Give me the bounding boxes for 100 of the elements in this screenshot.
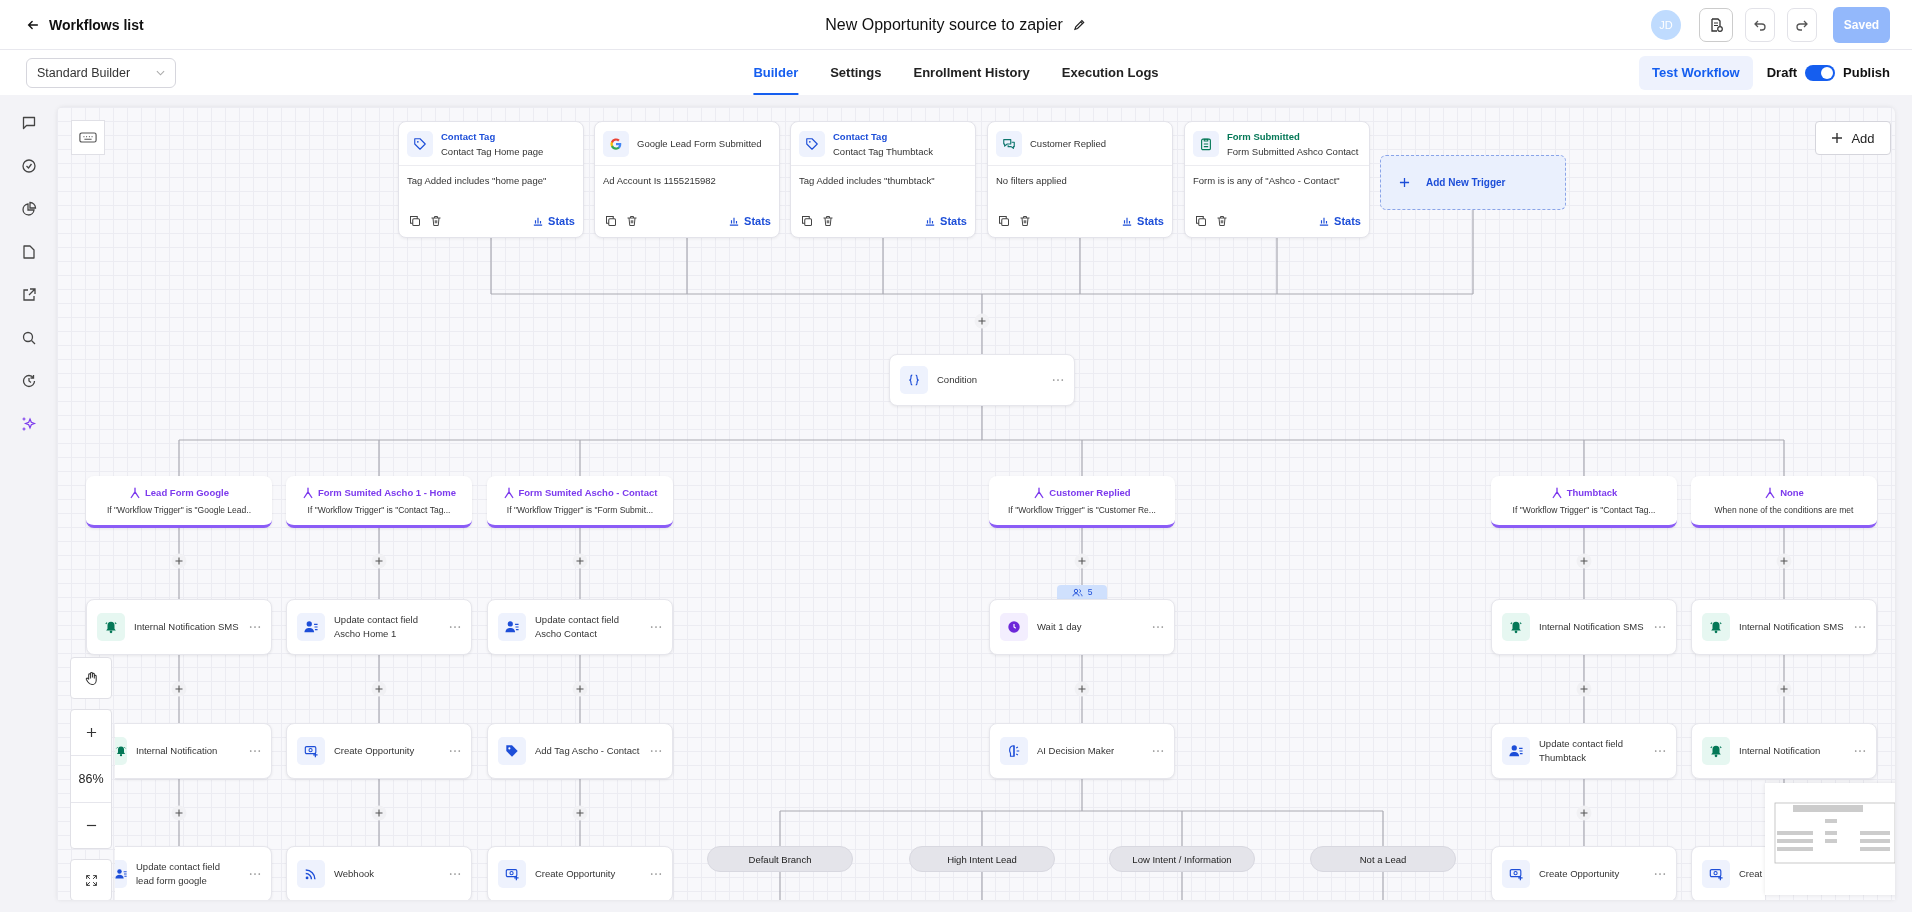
sparkles-icon[interactable] xyxy=(20,416,37,432)
action-node[interactable]: Internal Notification SMS xyxy=(86,599,272,655)
branch-card[interactable]: Thumbtack If "Workflow Trigger" is "Contact Tag... xyxy=(1491,476,1677,528)
branch-card[interactable]: Form Sumited Ascho - Contact If "Workflow Trigger" is "Form Submit... xyxy=(487,476,673,528)
trigger-card[interactable]: Google Lead Form Submitted Ad Account Is 1155215982 Stats xyxy=(594,121,780,238)
external-link-icon[interactable] xyxy=(20,287,37,303)
test-workflow-button[interactable]: Test Workflow xyxy=(1639,55,1753,90)
tab[interactable]: Settings xyxy=(830,50,882,95)
add-step-button[interactable] xyxy=(974,313,990,329)
tab[interactable]: Enrollment History xyxy=(913,50,1030,95)
add-step-button[interactable] xyxy=(572,681,588,697)
more-icon[interactable] xyxy=(449,872,461,876)
stats-button[interactable]: Stats xyxy=(533,215,575,227)
undo-button[interactable] xyxy=(1745,7,1775,42)
copy-icon[interactable] xyxy=(801,215,813,227)
more-icon[interactable] xyxy=(449,749,461,753)
action-node[interactable]: AI Decision Maker xyxy=(989,723,1175,779)
more-icon[interactable] xyxy=(449,625,461,629)
add-step-button[interactable] xyxy=(1776,681,1792,697)
pan-tool-button[interactable] xyxy=(70,657,112,699)
stats-button[interactable]: Stats xyxy=(1319,215,1361,227)
add-step-button[interactable] xyxy=(572,553,588,569)
add-step-button[interactable] xyxy=(1074,681,1090,697)
more-icon[interactable] xyxy=(249,872,261,876)
file-icon[interactable] xyxy=(20,244,37,260)
action-node[interactable]: Creat xyxy=(1691,846,1765,900)
more-icon[interactable] xyxy=(249,749,261,753)
add-step-button[interactable] xyxy=(572,804,588,821)
copy-icon[interactable] xyxy=(605,215,617,227)
search-icon[interactable] xyxy=(20,330,37,346)
action-node[interactable]: Update contact field lead form google xyxy=(115,846,272,900)
more-icon[interactable] xyxy=(1854,625,1866,629)
action-node[interactable]: Internal Notification SMS xyxy=(1691,599,1877,655)
add-step-button[interactable] xyxy=(171,553,187,569)
edit-icon[interactable] xyxy=(1072,17,1087,32)
more-icon[interactable] xyxy=(249,625,261,629)
more-icon[interactable] xyxy=(1152,625,1164,629)
redo-button[interactable] xyxy=(1787,7,1817,42)
action-node[interactable]: Update contact field Thumbtack xyxy=(1491,723,1677,779)
keyboard-shortcuts-button[interactable] xyxy=(71,120,105,155)
branch-card[interactable]: None When none of the conditions are met xyxy=(1691,476,1877,528)
condition-node[interactable]: Condition xyxy=(889,354,1075,406)
trigger-card[interactable]: Form Submitted Form Submitted Ashco Contact Form is is any of "Ashco - Contact" Stats xyxy=(1184,121,1370,238)
branch-card[interactable]: Customer Replied If "Workflow Trigger" is "Customer Re... xyxy=(989,476,1175,528)
outcome-branch-pill[interactable]: Not a Lead xyxy=(1310,846,1456,872)
more-icon[interactable] xyxy=(650,749,662,753)
action-node[interactable]: Create Opportunity xyxy=(487,846,673,900)
delete-icon[interactable] xyxy=(822,215,834,227)
copy-icon[interactable] xyxy=(409,215,421,227)
tab[interactable]: Execution Logs xyxy=(1061,50,1159,95)
more-icon[interactable] xyxy=(1052,378,1064,382)
add-step-button[interactable] xyxy=(1576,681,1592,697)
more-icon[interactable] xyxy=(650,872,662,876)
add-step-button[interactable] xyxy=(1576,553,1592,569)
more-icon[interactable] xyxy=(1152,749,1164,753)
stats-button[interactable]: Stats xyxy=(925,215,967,227)
branch-card[interactable]: Lead Form Google If "Workflow Trigger" is "Google Lead.. xyxy=(86,476,272,528)
history-icon[interactable] xyxy=(20,373,37,389)
fit-view-button[interactable] xyxy=(70,859,112,900)
branch-card[interactable]: Form Sumited Ascho 1 - Home If "Workflow Trigger" is "Contact Tag... xyxy=(286,476,472,528)
builder-mode-dropdown[interactable]: Standard Builder xyxy=(26,57,176,88)
chat-icon[interactable] xyxy=(20,115,37,131)
add-step-button[interactable] xyxy=(371,553,387,569)
action-node[interactable]: Wait 1 day xyxy=(989,599,1175,655)
more-icon[interactable] xyxy=(1654,625,1666,629)
action-node[interactable]: Update contact field Ascho Home 1 xyxy=(286,599,472,655)
more-icon[interactable] xyxy=(1654,872,1666,876)
outcome-branch-pill[interactable]: Low Intent / Information xyxy=(1109,846,1255,872)
pie-chart-icon[interactable] xyxy=(20,201,37,217)
copy-icon[interactable] xyxy=(998,215,1010,227)
action-node[interactable]: Webhook xyxy=(286,846,472,900)
delete-icon[interactable] xyxy=(1019,215,1031,227)
back-link[interactable]: Workflows list xyxy=(26,16,144,33)
add-trigger-button[interactable]: Add New Trigger xyxy=(1380,155,1566,210)
action-node[interactable]: Update contact field Ascho Contact xyxy=(487,599,673,655)
more-icon[interactable] xyxy=(650,625,662,629)
add-step-button[interactable] xyxy=(371,804,387,821)
add-step-button[interactable] xyxy=(1074,553,1090,569)
add-step-button[interactable] xyxy=(1776,553,1792,569)
notes-button[interactable] xyxy=(1699,7,1733,42)
more-icon[interactable] xyxy=(1654,749,1666,753)
add-step-button[interactable] xyxy=(1576,804,1592,821)
action-node[interactable]: Internal Notification xyxy=(115,723,272,779)
delete-icon[interactable] xyxy=(626,215,638,227)
contact-count-badge[interactable]: 5 xyxy=(1057,585,1107,599)
stats-button[interactable]: Stats xyxy=(729,215,771,227)
add-step-button[interactable] xyxy=(171,681,187,697)
add-button[interactable]: Add xyxy=(1815,121,1891,155)
action-node[interactable]: Create Opportunity xyxy=(286,723,472,779)
tab[interactable]: Builder xyxy=(753,50,799,95)
trigger-card[interactable]: Customer Replied No filters applied Stats xyxy=(987,121,1173,238)
outcome-branch-pill[interactable]: Default Branch xyxy=(707,846,853,872)
minimap-drawing[interactable] xyxy=(1765,783,1895,895)
more-icon[interactable] xyxy=(1854,749,1866,753)
action-node[interactable]: Internal Notification SMS xyxy=(1491,599,1677,655)
publish-toggle[interactable] xyxy=(1805,64,1836,81)
action-node[interactable]: Create Opportunity xyxy=(1491,846,1677,900)
trigger-card[interactable]: Contact Tag Contact Tag Home page Tag Added includes "home page" Stats xyxy=(398,121,584,238)
add-step-button[interactable] xyxy=(371,681,387,697)
stats-button[interactable]: Stats xyxy=(1122,215,1164,227)
